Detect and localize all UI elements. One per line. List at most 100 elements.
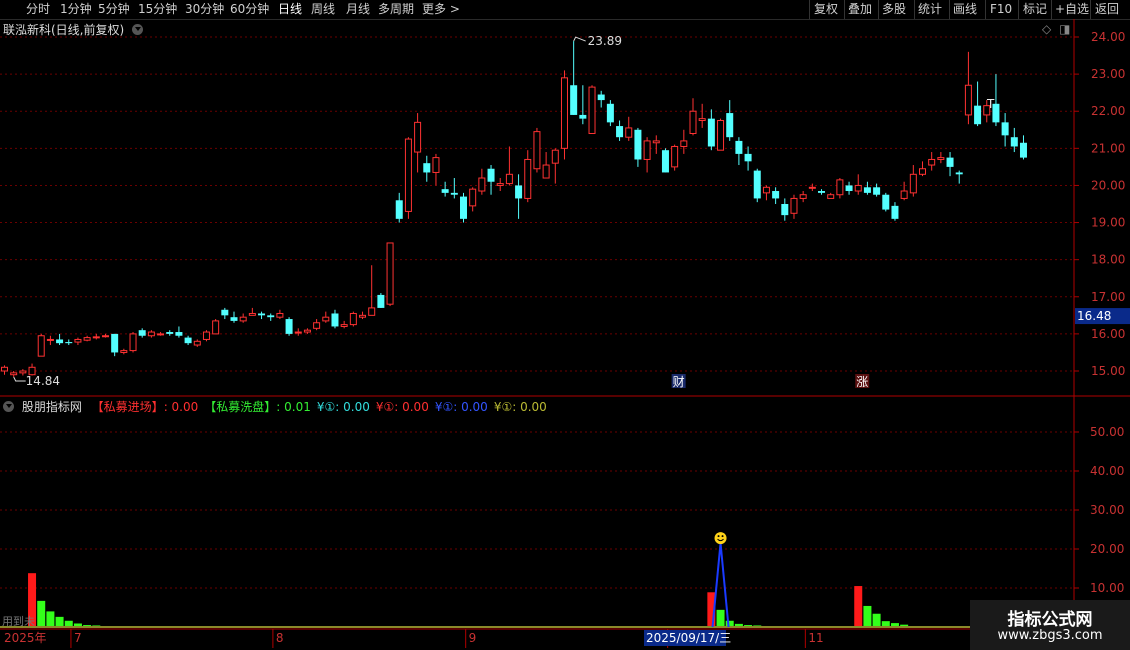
candle [331, 309, 339, 329]
diamond-icon[interactable]: ◇ [1042, 22, 1051, 36]
window-mode-icon[interactable]: ◨ [1059, 22, 1070, 36]
candle [964, 51, 972, 125]
candle-body [680, 140, 688, 147]
indicator-name[interactable]: 股朋指标网 [22, 400, 82, 414]
period-tab-1[interactable]: 1分钟 [60, 1, 92, 17]
candle-body [661, 150, 669, 173]
period-tab-4[interactable]: 30分钟 [185, 1, 224, 17]
candle-body [221, 309, 229, 316]
indicator-item-value: : 0.01 [276, 400, 311, 414]
period-tab-3[interactable]: 15分钟 [138, 1, 177, 17]
chevron-down-icon[interactable] [3, 401, 14, 412]
price-tick-label: 22.00 [1091, 104, 1125, 118]
toolbar-button-7[interactable]: +自选 [1055, 1, 1089, 17]
candle [276, 309, 284, 320]
period-tab-6[interactable]: 日线 [278, 1, 302, 17]
price-tick-label: 18.00 [1091, 253, 1125, 267]
candle [882, 192, 890, 212]
period-tab-10[interactable]: 更多 > [422, 1, 460, 17]
candle-body [46, 338, 54, 341]
month-label: 9 [469, 631, 477, 645]
smiley-icon [714, 532, 727, 545]
toolbar-button-0[interactable]: 复权 [814, 1, 838, 17]
candle [1, 365, 8, 375]
candle [652, 135, 660, 154]
period-tab-7[interactable]: 周线 [311, 1, 335, 17]
indicator-tick-label: 30.00 [1090, 503, 1124, 517]
candle [46, 335, 54, 346]
candle [524, 150, 532, 203]
candle-body [533, 131, 541, 170]
candle-body [1, 366, 8, 372]
period-tab-8[interactable]: 月线 [346, 1, 370, 17]
toolbar-separator [914, 0, 915, 19]
toolbar-button-8[interactable]: 返回 [1095, 1, 1119, 17]
candle [625, 116, 633, 141]
toolbar-button-2[interactable]: 多股 [882, 1, 906, 17]
period-tab-9[interactable]: 多周期 [378, 1, 414, 17]
candle-body [964, 84, 972, 116]
candle-body [808, 186, 816, 189]
chevron-down-icon[interactable] [132, 24, 144, 35]
candle [726, 100, 734, 141]
candle-body [836, 179, 844, 196]
candle-body [414, 121, 422, 153]
toolbar-separator [809, 0, 810, 19]
toolbar-button-1[interactable]: 叠加 [848, 1, 872, 17]
toolbar-separator [1051, 0, 1052, 19]
candle-body [303, 329, 311, 333]
candle-body [827, 194, 835, 199]
candle [395, 192, 403, 223]
toolbar-separator [878, 0, 879, 19]
indicator-item-value: : 0.00 [512, 400, 547, 414]
candle-body [854, 184, 862, 192]
event-marker-label: 涨 [856, 374, 868, 389]
candle [37, 333, 45, 357]
toolbar-button-6[interactable]: 标记 [1023, 1, 1047, 17]
candle [285, 317, 293, 336]
candle [551, 148, 559, 184]
candle [184, 335, 192, 346]
candle-body [450, 192, 458, 195]
candle-body [597, 94, 605, 101]
high-pointer [573, 36, 586, 42]
candle-body [175, 332, 183, 336]
candle-body [671, 145, 679, 168]
indicator-item-label: ¥① [375, 400, 395, 414]
candle-body [707, 118, 715, 147]
candle [138, 328, 146, 338]
indicator-item-label: ¥① [493, 400, 513, 414]
candle-body [781, 204, 789, 216]
indicator-item-label: ¥① [316, 400, 336, 414]
candle [689, 98, 697, 136]
candle-body [248, 312, 256, 316]
candle-body [184, 337, 192, 344]
candle-body [74, 338, 82, 343]
toolbar-button-3[interactable]: 统计 [918, 1, 942, 17]
candle-body [579, 114, 587, 119]
candle [597, 90, 605, 108]
period-tab-2[interactable]: 5分钟 [98, 1, 130, 17]
candle [698, 103, 706, 128]
period-tab-0[interactable]: 分时 [26, 1, 50, 17]
toolbar-button-5[interactable]: F10 [990, 1, 1012, 17]
candle-body [469, 188, 477, 207]
candle [588, 85, 596, 134]
price-tick-label: 23.00 [1091, 67, 1125, 81]
candle [505, 146, 513, 186]
candle [836, 178, 844, 199]
period-tab-5[interactable]: 60分钟 [230, 1, 269, 17]
candle-body [56, 339, 64, 344]
candle-body [753, 170, 761, 199]
candle-body [974, 105, 982, 125]
candle-body [423, 163, 431, 173]
indicator-header: 股朋指标网 【私募进场】: 0.00 【私募洗盘】: 0.01 ¥①: 0.00 ¥①… [3, 398, 547, 415]
candle-body [900, 190, 908, 199]
toolbar-button-4[interactable]: 画线 [953, 1, 977, 17]
low-label: 14.84 [26, 374, 60, 388]
candle-body [744, 153, 752, 162]
candle [579, 85, 587, 125]
candle-body [762, 186, 770, 194]
candle-body [560, 77, 568, 149]
candle-body [735, 140, 743, 154]
